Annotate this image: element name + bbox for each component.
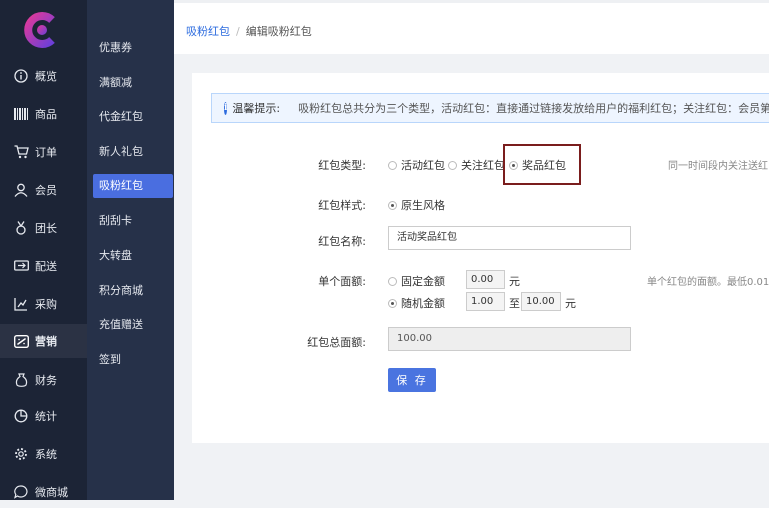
nav-item-system[interactable]: 系统 [0, 438, 87, 470]
radio-circle-selected[interactable] [388, 200, 397, 210]
type-label: 红包类型: [318, 159, 366, 172]
radio-circle[interactable] [448, 160, 457, 170]
breadcrumb-current: 编辑吸粉红包 [245, 25, 312, 38]
top-bar: 吸粉红包 / 编辑吸粉红包 [174, 0, 769, 54]
random-min-input[interactable]: 1.00 [466, 292, 505, 311]
subnav-item-voucher[interactable]: 代金红包 [93, 105, 173, 129]
nav-item-delivery[interactable]: 配送 [0, 250, 87, 282]
subnav-item-coupon[interactable]: 优惠券 [93, 36, 173, 60]
name-label: 红包名称: [318, 235, 366, 248]
breadcrumb-parent-link[interactable]: 吸粉红包 [186, 25, 230, 38]
radio-label: 固定金额 [401, 275, 445, 288]
info-circle-icon [13, 68, 29, 84]
nav-label: 采购 [35, 298, 57, 311]
delivery-icon [13, 258, 29, 274]
nav-label: 配送 [35, 260, 57, 273]
total-label: 红包总面额: [307, 336, 366, 349]
unit-text: 元 [565, 297, 576, 310]
style-label: 红包样式: [318, 199, 366, 212]
radio-label: 随机金额 [401, 297, 445, 310]
notice-title: 温馨提示: [232, 102, 281, 115]
subnav-item-newcomer-gift[interactable]: 新人礼包 [93, 140, 173, 164]
name-input[interactable]: 活动奖品红包 [388, 226, 631, 250]
amount-label: 单个面额: [318, 275, 366, 288]
breadcrumb: 吸粉红包 / 编辑吸粉红包 [186, 23, 312, 39]
subnav-item-points-mall[interactable]: 积分商城 [93, 279, 173, 303]
radio-circle[interactable] [388, 160, 397, 170]
save-button[interactable]: 保 存 [388, 368, 436, 392]
money-bag-icon [13, 372, 29, 388]
nav-label: 统计 [35, 410, 57, 423]
amount-radio-fixed[interactable]: 固定金额 [388, 273, 445, 289]
app-logo[interactable] [22, 10, 62, 50]
notice-text: 吸粉红包总共分为三个类型，活动红包：直接通过链接发放给用户的福利红包；关注红包：… [298, 102, 769, 115]
subnav-item-wheel[interactable]: 大转盘 [93, 244, 173, 268]
nav-item-marketing[interactable]: 营销 [0, 324, 87, 358]
nav-label: 团长 [35, 222, 57, 235]
nav-label: 会员 [35, 184, 57, 197]
range-separator: 至 [509, 297, 520, 310]
nav-item-leaders[interactable]: 团长 [0, 212, 87, 244]
total-amount-input: 100.00 [388, 327, 631, 351]
subnav-item-fan-red-packet[interactable]: 吸粉红包 [93, 174, 173, 198]
breadcrumb-separator: / [236, 25, 240, 38]
chat-icon [13, 484, 29, 500]
subnav-item-recharge-gift[interactable]: 充值赠送 [93, 313, 173, 337]
radio-label: 活动红包 [401, 159, 445, 172]
nav-item-statistics[interactable]: 统计 [0, 400, 87, 432]
nav-item-orders[interactable]: 订单 [0, 136, 87, 168]
nav-label: 订单 [35, 146, 57, 159]
nav-label: 财务 [35, 374, 57, 387]
radio-circle[interactable] [388, 276, 397, 286]
nav-item-finance[interactable]: 财务 [0, 364, 87, 396]
amount-hint: 单个红包的面额。最低0.01 [647, 277, 769, 288]
nav-item-members[interactable]: 会员 [0, 174, 87, 206]
nav-label: 系统 [35, 448, 57, 461]
unit-text: 元 [509, 275, 520, 288]
highlight-box [503, 144, 581, 185]
type-radio-activity[interactable]: 活动红包 [388, 157, 445, 173]
nav-label: 营销 [35, 335, 57, 348]
primary-sidebar: 概览 商品 订单 会员 团长 配送 采购 营销 财务 统计 系统 微商城 [0, 0, 87, 500]
subnav-item-sign-in[interactable]: 签到 [93, 348, 173, 372]
type-hint: 同一时间段内关注送红 [668, 161, 768, 172]
user-icon [13, 182, 29, 198]
barcode-icon [13, 106, 29, 122]
style-radio-native[interactable]: 原生风格 [388, 197, 445, 213]
nav-item-goods[interactable]: 商品 [0, 98, 87, 130]
radio-label: 原生风格 [401, 199, 445, 212]
type-radio-follow[interactable]: 关注红包 [448, 157, 505, 173]
medal-icon [13, 220, 29, 236]
nav-label: 商品 [35, 108, 57, 121]
nav-item-mall[interactable]: 微商城 [0, 476, 87, 508]
radio-circle-selected[interactable] [388, 298, 397, 308]
subnav-item-full-reduction[interactable]: 满额减 [93, 71, 173, 95]
purchase-icon [13, 296, 29, 312]
info-icon: i [224, 101, 228, 115]
form-card [192, 73, 769, 443]
fixed-amount-input[interactable]: 0.00 [466, 270, 505, 289]
secondary-sidebar: 优惠券 满额减 代金红包 新人礼包 吸粉红包 刮刮卡 大转盘 积分商城 充值赠送… [87, 0, 174, 500]
radio-label: 关注红包 [461, 159, 505, 172]
amount-radio-random[interactable]: 随机金额 [388, 295, 445, 311]
gear-icon [13, 446, 29, 462]
nav-label: 微商城 [35, 486, 68, 499]
marketing-icon [13, 333, 29, 349]
nav-label: 概览 [35, 70, 57, 83]
cart-icon [13, 144, 29, 160]
nav-item-overview[interactable]: 概览 [0, 60, 87, 92]
notice-banner: i 温馨提示: 吸粉红包总共分为三个类型，活动红包：直接通过链接发放给用户的福利… [211, 93, 769, 123]
random-max-input[interactable]: 10.00 [521, 292, 561, 311]
nav-item-purchase[interactable]: 采购 [0, 288, 87, 320]
pie-chart-icon [13, 408, 29, 424]
subnav-item-scratch-card[interactable]: 刮刮卡 [93, 209, 173, 233]
